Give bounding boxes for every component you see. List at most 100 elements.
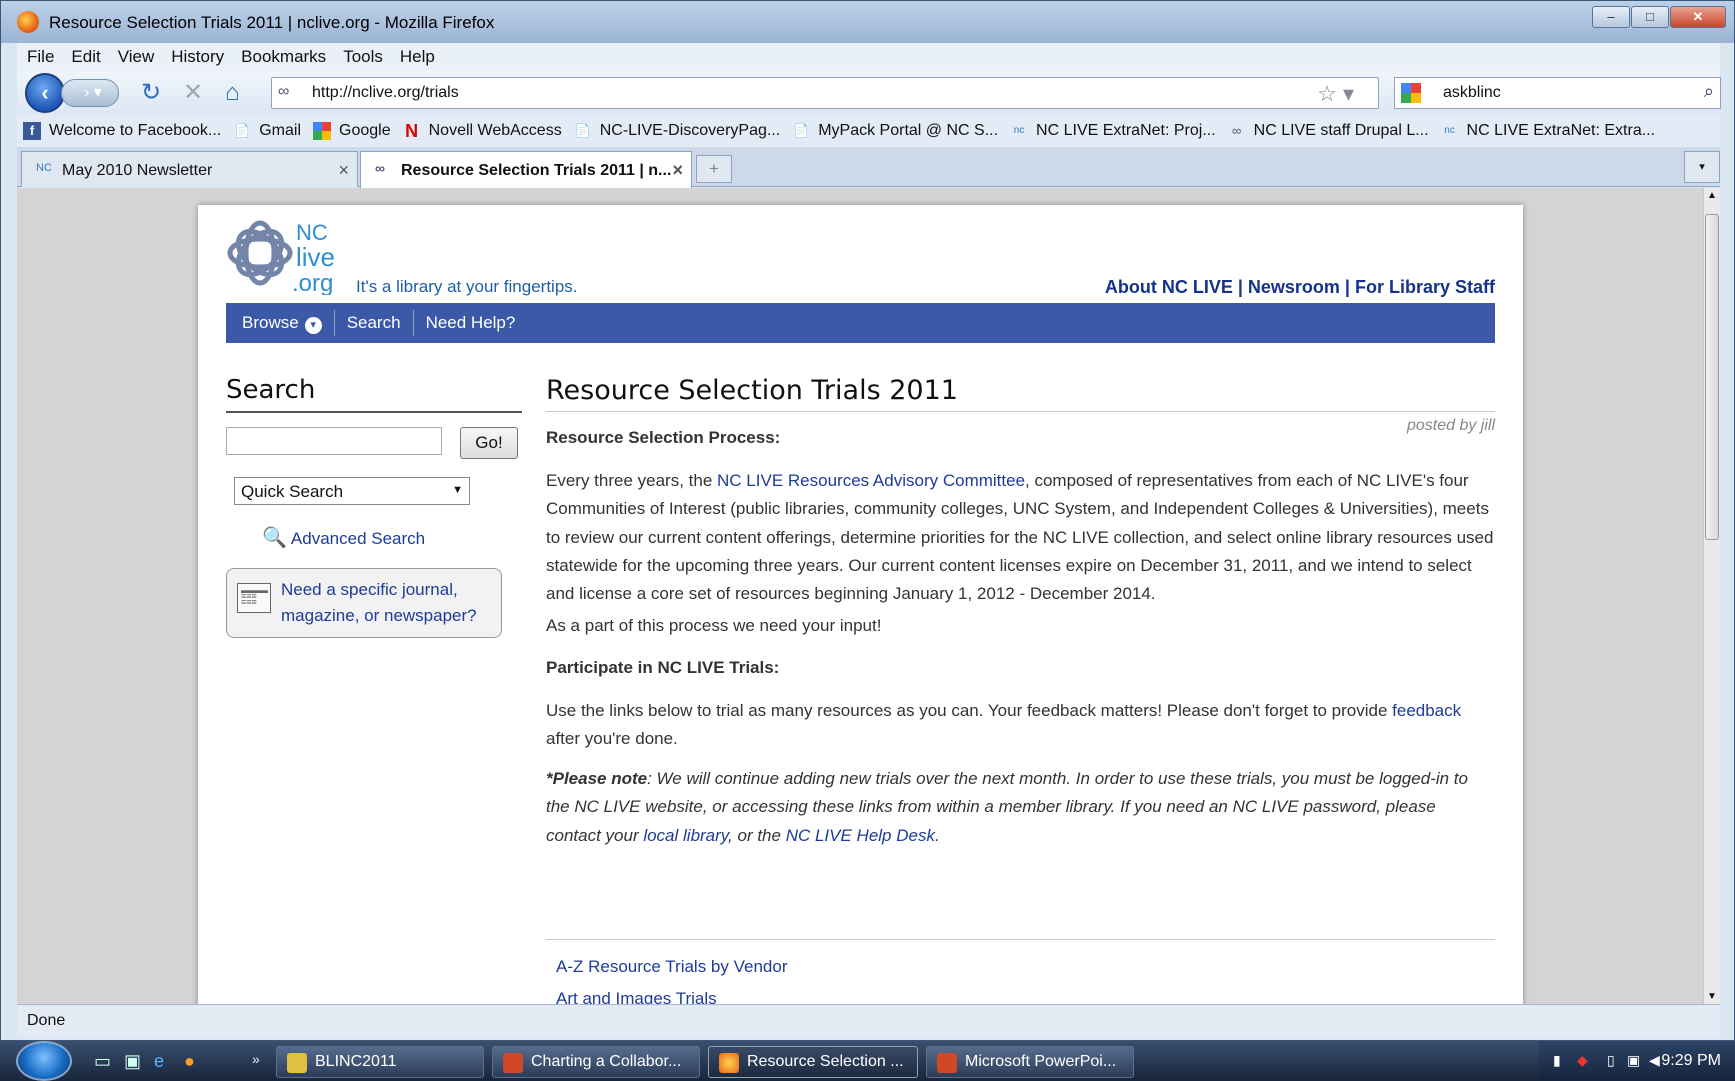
- sidebar-divider: [226, 411, 522, 413]
- menu-tools[interactable]: Tools: [343, 47, 383, 67]
- forward-button[interactable]: › ▾: [61, 79, 119, 107]
- search-input[interactable]: [226, 427, 442, 455]
- quick-search-select[interactable]: Quick Search ▼: [234, 477, 470, 505]
- bookmark-drupal[interactable]: ∞ NC LIVE staff Drupal L...: [1228, 122, 1429, 140]
- committee-link[interactable]: NC LIVE Resources Advisory Committee: [717, 471, 1025, 490]
- taskbar-item-blinc[interactable]: BLINC2011: [276, 1046, 484, 1078]
- paragraph-input: As a part of this process we need your i…: [546, 616, 882, 635]
- tab-list-button[interactable]: ▾: [1684, 151, 1720, 183]
- taskbar-item-charting[interactable]: Charting a Collabor...: [492, 1046, 700, 1078]
- paragraph-process: Every three years, the NC LIVE Resources…: [546, 471, 1494, 604]
- new-tab-button[interactable]: +: [696, 155, 732, 183]
- bookmark-extranet-proj[interactable]: nc NC LIVE ExtraNet: Proj...: [1010, 122, 1216, 140]
- tab-trials[interactable]: ∞ Resource Selection Trials 2011 | n... …: [360, 151, 692, 188]
- tab-newsletter[interactable]: NC May 2010 Newsletter ×: [21, 151, 358, 187]
- vertical-scrollbar[interactable]: ▲ ▼: [1703, 188, 1720, 1004]
- start-button[interactable]: [16, 1041, 72, 1081]
- tab-bar: NC May 2010 Newsletter × ∞ Resource Sele…: [17, 147, 1720, 188]
- network-icon[interactable]: ▮: [1553, 1052, 1561, 1069]
- nav-need-help[interactable]: Need Help?: [426, 313, 516, 333]
- ie-icon[interactable]: e: [154, 1051, 164, 1072]
- about-link[interactable]: About NC LIVE: [1105, 277, 1233, 297]
- tab-close-icon[interactable]: ×: [672, 160, 683, 181]
- nav-divider: [412, 310, 414, 336]
- page-title: Resource Selection Trials 2011: [546, 375, 958, 406]
- scroll-down-icon[interactable]: ▼: [1707, 991, 1717, 1002]
- library-staff-link[interactable]: For Library Staff: [1355, 277, 1495, 297]
- nav-search[interactable]: Search: [347, 313, 401, 333]
- go-button[interactable]: Go!: [460, 427, 518, 459]
- taskbar: ▭ ▣ e ● » BLINC2011 Charting a Collabor.…: [0, 1041, 1735, 1081]
- display-icon[interactable]: ▣: [1627, 1052, 1640, 1069]
- folder-icon: [287, 1053, 307, 1073]
- scroll-thumb[interactable]: [1705, 214, 1719, 540]
- feedback-link[interactable]: feedback: [1392, 701, 1461, 720]
- site-identity-icon[interactable]: ∞: [278, 83, 289, 101]
- firefox-icon[interactable]: ●: [184, 1051, 195, 1072]
- tab-label: Resource Selection Trials 2011 | n...: [401, 162, 672, 179]
- powerpoint-icon: [503, 1053, 523, 1073]
- journal-finder-box[interactable]: ▬▬▬ ≡≡≡ ≡≡≡ Need a specific journal, magaz…: [226, 568, 502, 638]
- nav-browse[interactable]: Browse ▾: [242, 313, 322, 334]
- show-desktop-icon[interactable]: ▭: [94, 1051, 111, 1072]
- menu-edit[interactable]: Edit: [71, 47, 100, 67]
- maximize-button[interactable]: □: [1631, 6, 1669, 28]
- browser-window: Resource Selection Trials 2011 | nclive.…: [0, 0, 1735, 1041]
- home-icon[interactable]: ⌂: [225, 79, 240, 107]
- journal-finder-line1: Need a specific journal,: [281, 580, 458, 599]
- bookmark-gmail[interactable]: 📄 Gmail: [233, 122, 301, 140]
- url-text[interactable]: http://nclive.org/trials: [312, 84, 459, 102]
- reload-icon[interactable]: ↻: [141, 79, 161, 107]
- taskbar-item-firefox[interactable]: Resource Selection ...: [708, 1046, 918, 1078]
- novell-icon: N: [405, 121, 419, 141]
- title-bar: Resource Selection Trials 2011 | nclive.…: [1, 1, 1734, 43]
- trial-link-vendor[interactable]: A-Z Resource Trials by Vendor: [556, 957, 787, 977]
- scroll-up-icon[interactable]: ▲: [1707, 190, 1717, 201]
- section-heading-trials: Participate in NC LIVE Trials:: [546, 658, 780, 677]
- bookmark-extranet-extra[interactable]: nc NC LIVE ExtraNet: Extra...: [1441, 122, 1655, 140]
- bookmark-mypack[interactable]: 📄 MyPack Portal @ NC S...: [792, 122, 998, 140]
- logo-text-org: .org: [292, 270, 333, 295]
- quicklaunch-more[interactable]: »: [252, 1051, 260, 1067]
- search-text[interactable]: askblinc: [1443, 84, 1501, 102]
- clock[interactable]: 9:29 PM: [1661, 1052, 1721, 1070]
- local-library-link[interactable]: local library: [643, 826, 728, 845]
- menu-help[interactable]: Help: [400, 47, 435, 67]
- nclive-logo[interactable]: NC live .org: [226, 215, 346, 295]
- battery-icon[interactable]: ▯: [1607, 1052, 1615, 1069]
- close-button[interactable]: ✕: [1670, 6, 1726, 28]
- web-search-box[interactable]: askblinc ⌕: [1394, 77, 1721, 109]
- bookmarks-toolbar: fWelcome to Facebook... 📄Gmail gGoogle N…: [17, 115, 1720, 147]
- minimize-button[interactable]: –: [1592, 6, 1630, 28]
- help-desk-link[interactable]: NC LIVE Help Desk: [786, 826, 935, 845]
- tab-close-icon[interactable]: ×: [338, 160, 349, 181]
- google-engine-icon[interactable]: [1401, 83, 1421, 103]
- back-button[interactable]: ‹: [25, 73, 65, 113]
- advanced-search-link[interactable]: 🔍 Advanced Search: [262, 525, 425, 550]
- antivirus-icon[interactable]: ◆: [1577, 1052, 1588, 1069]
- navigation-toolbar: ‹ › ▾ ↻ ✕ ⌂ ∞ http://nclive.org/trials ☆…: [17, 71, 1721, 115]
- menu-file[interactable]: File: [27, 47, 54, 67]
- bookmark-star-icon[interactable]: ☆ ▾: [1317, 81, 1354, 107]
- search-icon[interactable]: ⌕: [1704, 81, 1714, 102]
- newsroom-link[interactable]: Newsroom: [1248, 277, 1340, 297]
- stop-icon[interactable]: ✕: [183, 79, 203, 107]
- google-icon: g: [313, 122, 332, 140]
- journal-finder-line2: magazine, or newspaper?: [281, 606, 477, 625]
- volume-icon[interactable]: ◀: [1649, 1052, 1660, 1069]
- menu-view[interactable]: View: [118, 47, 155, 67]
- chevron-down-icon: ▼: [452, 484, 463, 496]
- trial-link-art[interactable]: Art and Images Trials: [556, 989, 717, 1004]
- bookmark-facebook[interactable]: f Welcome to Facebook...: [23, 122, 221, 140]
- menu-history[interactable]: History: [171, 47, 224, 67]
- section-heading-process: Resource Selection Process:: [546, 428, 781, 447]
- url-bar[interactable]: ∞ http://nclive.org/trials ☆ ▾: [271, 77, 1379, 109]
- window-switch-icon[interactable]: ▣: [124, 1051, 141, 1072]
- firefox-icon: [719, 1053, 739, 1073]
- bookmark-discovery[interactable]: 📄 NC-LIVE-DiscoveryPag...: [574, 122, 781, 140]
- title-divider: [546, 411, 1495, 412]
- menu-bookmarks[interactable]: Bookmarks: [241, 47, 326, 67]
- taskbar-item-powerpoint[interactable]: Microsoft PowerPoi...: [926, 1046, 1134, 1078]
- bookmark-google[interactable]: gGoogle: [313, 122, 391, 140]
- bookmark-novell[interactable]: N Novell WebAccess: [403, 122, 562, 140]
